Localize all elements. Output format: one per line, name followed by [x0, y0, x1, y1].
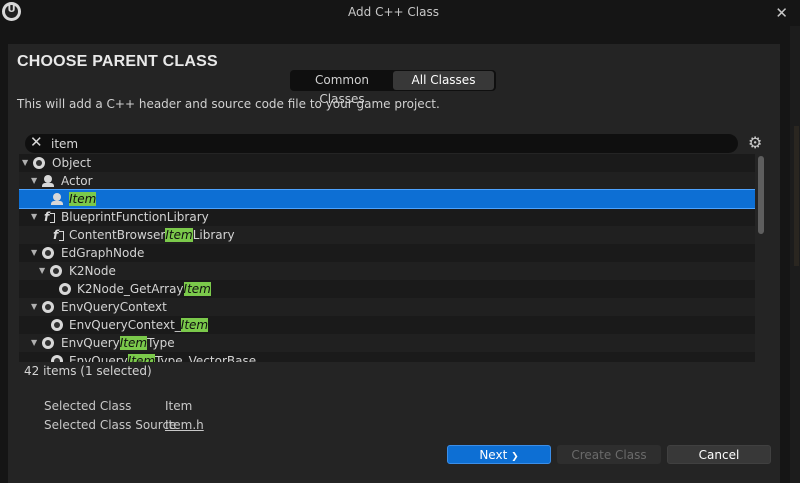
tree-row-label: Actor	[61, 174, 93, 188]
search-input[interactable]	[51, 134, 711, 153]
function-library-icon	[42, 208, 55, 226]
expand-arrow-icon[interactable]: ▼	[31, 208, 37, 226]
object-class-icon	[59, 283, 71, 295]
tree-row-label: EnvQueryItemType_VectorBase	[69, 352, 256, 362]
tab-all-classes[interactable]: All Classes	[393, 71, 494, 90]
class-tree: ▼ Object ▼ Actor Item ▼ BlueprintFunctio…	[19, 154, 755, 362]
selected-class-source-label: Selected Class Source	[44, 418, 177, 432]
expand-arrow-icon[interactable]: ▼	[31, 172, 37, 190]
create-class-button[interactable]: Create Class	[557, 445, 661, 464]
next-button[interactable]: Next ❯	[447, 445, 551, 464]
tree-row-label: K2Node_GetArrayItem	[77, 282, 211, 296]
tree-row-label: ContentBrowserItemLibrary	[69, 228, 235, 242]
tree-row-actor[interactable]: ▼ Actor	[19, 172, 755, 190]
expand-arrow-icon[interactable]: ▼	[22, 154, 28, 172]
object-class-icon	[42, 247, 54, 259]
expand-arrow-icon[interactable]: ▼	[39, 262, 45, 280]
tree-row-label: EdGraphNode	[61, 246, 145, 260]
tree-row-label: Item	[69, 192, 97, 206]
tree-row-item-selected[interactable]: Item	[19, 189, 755, 209]
tree-scrollbar[interactable]	[758, 156, 766, 362]
tree-row-k2node-getarrayitem[interactable]: K2Node_GetArrayItem	[19, 280, 755, 298]
expand-arrow-icon[interactable]: ▼	[31, 244, 37, 262]
selected-class-value: Item	[165, 399, 193, 413]
tree-row-label: BlueprintFunctionLibrary	[61, 210, 209, 224]
tree-row-env-query-context-item[interactable]: EnvQueryContext_Item	[19, 316, 755, 334]
tree-row-label: EnvQueryContext	[61, 300, 167, 314]
actor-class-icon	[42, 175, 54, 187]
expand-arrow-icon[interactable]: ▼	[31, 298, 37, 316]
background-window-edge	[790, 26, 800, 483]
item-count: 42 items (1 selected)	[24, 364, 152, 378]
search-box: ✕	[25, 133, 738, 153]
selected-class-source-link[interactable]: Item.h	[165, 418, 204, 432]
tab-common-classes[interactable]: Common Classes	[292, 71, 392, 106]
description-text: This will add a C++ header and source co…	[17, 97, 440, 111]
close-icon[interactable]: ✕	[775, 4, 788, 22]
object-class-icon	[33, 157, 45, 169]
cancel-button[interactable]: Cancel	[667, 445, 771, 464]
actor-class-icon	[51, 193, 63, 205]
tree-row-object[interactable]: ▼ Object	[19, 154, 755, 172]
selected-class-label: Selected Class	[44, 399, 132, 413]
tree-row-ed-graph-node[interactable]: ▼ EdGraphNode	[19, 244, 755, 262]
tree-row-env-query-context[interactable]: ▼ EnvQueryContext	[19, 298, 755, 316]
tree-row-k2node[interactable]: ▼ K2Node	[19, 262, 755, 280]
tree-row-label: Object	[52, 156, 92, 170]
class-filter-tabs: Common Classes All Classes	[290, 70, 496, 106]
tree-row-env-query-item-type[interactable]: ▼ EnvQueryItemType	[19, 334, 755, 352]
chevron-right-icon: ❯	[511, 452, 519, 462]
object-class-icon	[42, 337, 54, 349]
tree-row-blueprint-function-library[interactable]: ▼ BlueprintFunctionLibrary	[19, 208, 755, 226]
tree-row-env-query-item-type-vector-base[interactable]: EnvQueryItemType_VectorBase	[19, 352, 755, 362]
tree-row-label: EnvQueryContext_Item	[69, 318, 209, 332]
object-class-icon	[42, 301, 54, 313]
scrollbar-thumb[interactable]	[758, 156, 764, 234]
object-class-icon	[51, 319, 63, 331]
page-title: CHOOSE PARENT CLASS	[17, 53, 218, 70]
object-class-icon	[50, 265, 62, 277]
window-title: Add C++ Class	[348, 5, 439, 19]
title-bar: U Add C++ Class ✕	[0, 0, 800, 26]
tree-row-label: K2Node	[69, 264, 116, 278]
clear-search-icon[interactable]: ✕	[30, 133, 43, 151]
function-library-icon	[51, 226, 64, 244]
tree-row-label: EnvQueryItemType	[61, 336, 175, 350]
gear-icon[interactable]: ⚙	[748, 133, 762, 152]
tree-row-content-browser-item-library[interactable]: ContentBrowserItemLibrary	[19, 226, 755, 244]
next-button-label: Next	[479, 448, 508, 462]
object-class-icon	[51, 355, 63, 362]
expand-arrow-icon[interactable]: ▼	[31, 334, 37, 352]
